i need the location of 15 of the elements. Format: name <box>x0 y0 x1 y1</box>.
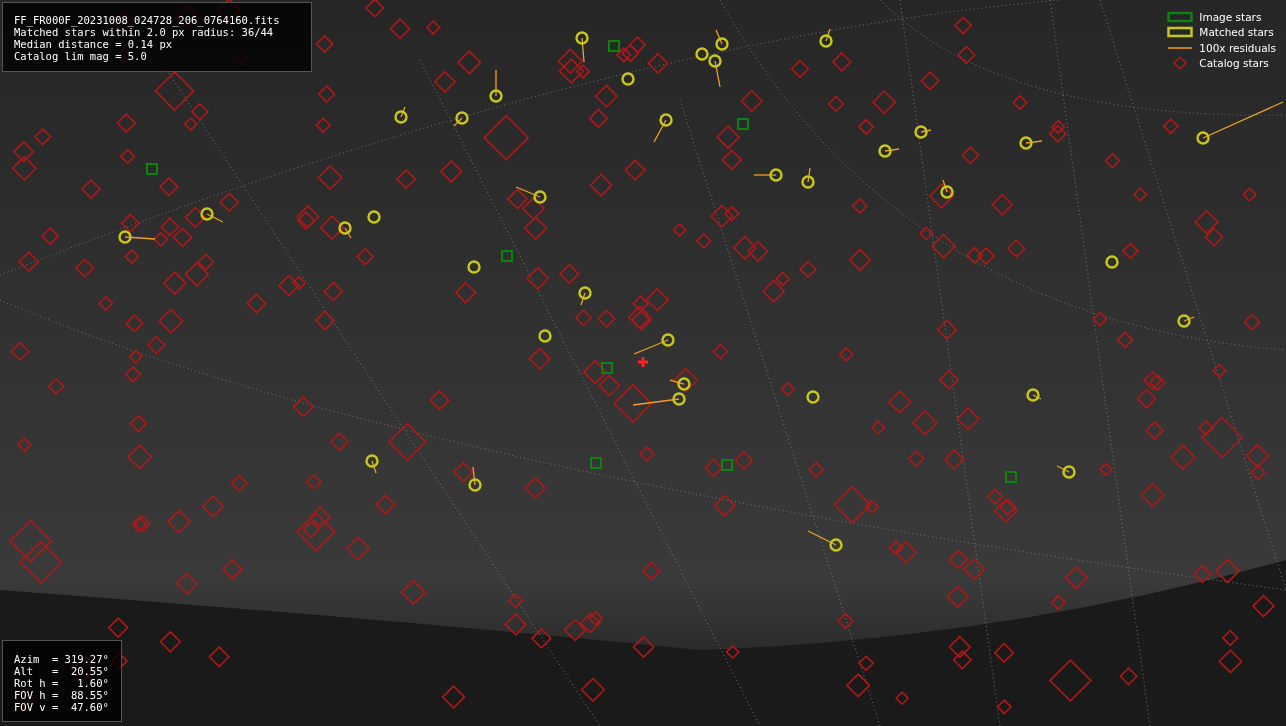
info-text: Catalog lim mag = 5.0 <box>14 50 148 62</box>
image-star-marker-icon <box>1167 10 1194 23</box>
pointing-text: FOV v = 47.60° <box>14 701 109 713</box>
pointing-text: Rot h = 1.60° <box>14 677 109 689</box>
legend-label: Catalog stars <box>1199 57 1269 70</box>
legend-label: Image stars <box>1199 10 1262 23</box>
info-text: Matched stars within 2.0 px radius: 36/44 <box>14 26 274 38</box>
pointing-text: Alt = 20.55° <box>14 665 109 677</box>
info-text: Median distance = 0.14 px <box>14 38 174 50</box>
pointing-text: FOV h = 88.55° <box>14 689 109 701</box>
legend-label: Matched stars <box>1199 26 1274 39</box>
info-text: FF_FR000F_20231008_024728_206_0764160.fits <box>14 14 281 26</box>
matched-star-marker-icon <box>1167 26 1194 39</box>
legend-label: 100x residuals <box>1199 41 1276 54</box>
pointing-text: Azim = 319.27° <box>14 653 109 665</box>
